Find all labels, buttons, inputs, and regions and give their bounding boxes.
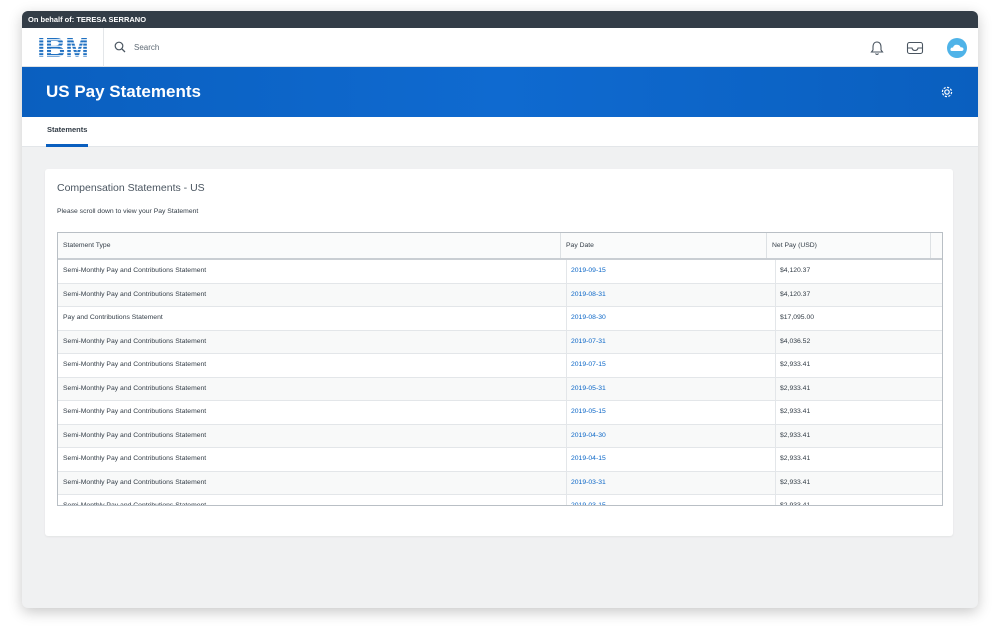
net-pay-cell: $4,120.37 xyxy=(780,267,811,274)
table-row: Semi-Monthly Pay and Contributions State… xyxy=(58,377,942,401)
column-header-spacer xyxy=(931,233,942,258)
top-navigation-bar: IBM Search xyxy=(22,27,978,67)
statement-type-cell: Semi-Monthly Pay and Contributions State… xyxy=(58,495,567,505)
net-pay-cell: $2,933.41 xyxy=(780,408,811,415)
table-header: Statement Type Pay Date Net Pay (USD) xyxy=(58,233,942,260)
table-row: Semi-Monthly Pay and Contributions State… xyxy=(58,330,942,354)
table-row: Semi-Monthly Pay and Contributions State… xyxy=(58,424,942,448)
pay-date-link[interactable]: 2019-08-30 xyxy=(567,307,776,330)
net-pay-cell: $2,933.41 xyxy=(780,455,811,462)
table-row: Semi-Monthly Pay and Contributions State… xyxy=(58,260,942,284)
table-row: Semi-Monthly Pay and Contributions State… xyxy=(58,283,942,307)
pay-date-link[interactable]: 2019-03-15 xyxy=(567,495,776,505)
search-box[interactable]: Search xyxy=(114,41,159,53)
statement-type-cell: Semi-Monthly Pay and Contributions State… xyxy=(58,330,567,353)
page-title: US Pay Statements xyxy=(46,82,201,101)
table-row: Pay and Contributions Statement 2019-08-3… xyxy=(58,307,942,331)
pay-date-link[interactable]: 2019-05-31 xyxy=(567,377,776,400)
column-header-net-pay[interactable]: Net Pay (USD) xyxy=(767,233,931,258)
statement-type-cell: Semi-Monthly Pay and Contributions State… xyxy=(58,354,567,377)
table-row: Semi-Monthly Pay and Contributions State… xyxy=(58,401,942,425)
statement-type-cell: Semi-Monthly Pay and Contributions State… xyxy=(58,424,567,447)
statement-type-cell: Semi-Monthly Pay and Contributions State… xyxy=(58,448,567,471)
gear-icon[interactable] xyxy=(940,85,954,99)
page-header-banner: US Pay Statements xyxy=(22,67,978,117)
tab-bar: Statements xyxy=(22,117,978,147)
scroll-instruction: Please scroll down to view your Pay Stat… xyxy=(57,208,199,215)
pay-date-link[interactable]: 2019-09-15 xyxy=(567,260,776,283)
statement-type-cell: Semi-Monthly Pay and Contributions State… xyxy=(58,471,567,494)
search-icon xyxy=(114,41,126,53)
net-pay-cell: $2,933.41 xyxy=(780,478,811,486)
column-header-statement-type[interactable]: Statement Type xyxy=(58,233,561,258)
pay-date-link[interactable]: 2019-08-31 xyxy=(567,283,776,306)
table-row: Semi-Monthly Pay and Contributions State… xyxy=(58,495,942,506)
app-window: On behalf of: TERESA SERRANO IBM Search xyxy=(22,11,978,608)
table-body: Semi-Monthly Pay and Contributions State… xyxy=(58,260,942,506)
net-pay-cell: $2,933.41 xyxy=(780,361,811,368)
net-pay-cell: $4,120.37 xyxy=(780,290,811,298)
pay-date-link[interactable]: 2019-07-31 xyxy=(567,330,776,353)
ibm-logo[interactable]: IBM xyxy=(22,27,104,67)
compensation-statements-card: Compensation Statements - US Please scro… xyxy=(45,169,953,536)
pay-date-link[interactable]: 2019-05-15 xyxy=(567,401,776,424)
pay-date-link[interactable]: 2019-04-15 xyxy=(567,448,776,471)
statement-type-cell: Semi-Monthly Pay and Contributions State… xyxy=(58,401,567,424)
column-header-pay-date[interactable]: Pay Date xyxy=(561,233,767,258)
net-pay-cell: $2,933.41 xyxy=(780,431,811,439)
cloud-avatar-icon[interactable] xyxy=(946,37,968,59)
tab-statements[interactable]: Statements xyxy=(46,117,89,147)
ibm-logo-icon: IBM xyxy=(37,34,88,60)
card-title: Compensation Statements - US xyxy=(57,182,205,194)
bell-icon[interactable] xyxy=(870,40,884,56)
net-pay-cell: $4,036.52 xyxy=(780,337,811,345)
pay-date-link[interactable]: 2019-03-31 xyxy=(567,471,776,494)
statement-type-cell: Semi-Monthly Pay and Contributions State… xyxy=(58,260,567,283)
pay-date-link[interactable]: 2019-07-15 xyxy=(567,354,776,377)
pay-date-link[interactable]: 2019-04-30 xyxy=(567,424,776,447)
net-pay-cell: $2,933.41 xyxy=(780,384,811,392)
statement-type-cell: Pay and Contributions Statement xyxy=(58,307,567,330)
statement-type-cell: Semi-Monthly Pay and Contributions State… xyxy=(58,283,567,306)
delegate-bar: On behalf of: TERESA SERRANO xyxy=(22,11,978,28)
table-row: Semi-Monthly Pay and Contributions State… xyxy=(58,448,942,472)
inbox-icon[interactable] xyxy=(906,41,924,55)
search-input[interactable]: Search xyxy=(134,43,159,52)
svg-text:IBM: IBM xyxy=(37,34,88,60)
statement-type-cell: Semi-Monthly Pay and Contributions State… xyxy=(58,377,567,400)
table-row: Semi-Monthly Pay and Contributions State… xyxy=(58,471,942,495)
net-pay-cell: $17,095.00 xyxy=(780,314,815,321)
statements-table[interactable]: Statement Type Pay Date Net Pay (USD) Se… xyxy=(57,232,943,506)
net-pay-cell: $2,933.41 xyxy=(780,502,811,506)
table-row: Semi-Monthly Pay and Contributions State… xyxy=(58,354,942,378)
